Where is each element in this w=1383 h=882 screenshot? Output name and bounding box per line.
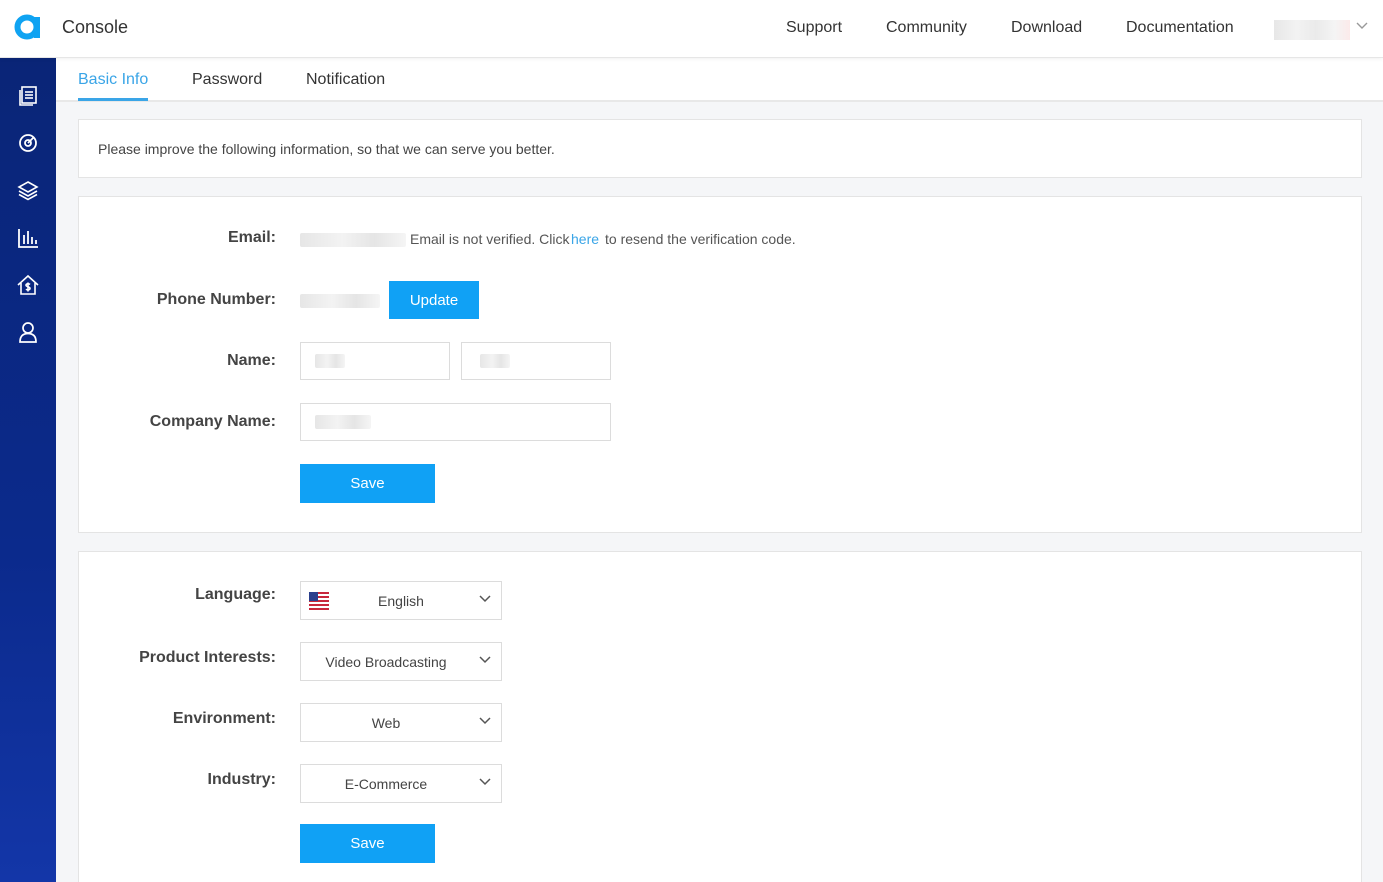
first-name-input[interactable] [300,342,450,380]
last-name-value-redacted [480,354,510,368]
email-value-redacted [300,233,406,247]
nav-documentation[interactable]: Documentation [1126,19,1234,37]
tab-bar: Basic Info Password Notification [56,58,1383,102]
notice-card: Please improve the following information… [78,119,1362,178]
company-value-redacted [315,415,371,429]
tab-notification[interactable]: Notification [306,71,385,89]
language-value: English [378,593,424,609]
industry-select[interactable]: E-Commerce [300,764,502,803]
document-list-icon[interactable] [16,84,40,108]
us-flag-icon [309,592,329,610]
language-label: Language: [195,586,276,603]
basic-info-card: Email: Email is not verified. Click here… [78,196,1362,533]
target-icon[interactable] [16,131,40,155]
layers-icon[interactable] [16,178,40,202]
phone-value-redacted [300,294,380,308]
name-label: Name: [227,352,276,369]
notice-text: Please improve the following information… [98,141,555,157]
environment-value: Web [371,715,401,731]
environment-label: Environment: [172,710,276,727]
product-interests-label: Product Interests: [139,649,276,666]
user-icon[interactable] [16,320,40,344]
chevron-down-icon [1356,22,1368,29]
save-preferences-button[interactable]: Save [300,824,435,863]
save-basic-info-button[interactable]: Save [300,464,435,503]
company-name-input[interactable] [300,403,611,441]
bar-chart-icon[interactable] [16,226,40,250]
nav-support[interactable]: Support [786,19,842,37]
company-label: Company Name: [149,413,276,430]
chevron-down-icon [479,717,491,725]
industry-value: E-Commerce [344,776,428,792]
user-menu[interactable] [1274,12,1374,44]
chevron-down-icon [479,656,491,664]
email-label: Email: [227,229,276,246]
nav-community[interactable]: Community [886,19,967,37]
update-phone-button[interactable]: Update [389,281,479,319]
nav-download[interactable]: Download [1011,19,1082,37]
user-avatar-redacted [1274,20,1350,40]
industry-label: Industry: [207,771,276,788]
active-tab-indicator [78,98,148,101]
logo-icon[interactable] [14,13,42,41]
chevron-down-icon [479,778,491,786]
language-select[interactable]: English [300,581,502,620]
resend-verification-link[interactable]: here [571,231,599,247]
last-name-input[interactable] [461,342,611,380]
phone-label: Phone Number: [156,291,276,308]
email-status-suffix: to resend the verification code. [605,231,796,247]
app-title: Console [62,17,129,37]
top-header: Console Support Community Download Docum… [0,0,1383,58]
product-interests-value: Video Broadcasting [325,654,447,670]
billing-home-icon[interactable] [16,273,40,297]
first-name-value-redacted [315,354,345,368]
environment-select[interactable]: Web [300,703,502,742]
tab-basic-info[interactable]: Basic Info [78,71,148,89]
email-status-prefix: Email is not verified. Click [410,231,570,247]
preferences-card: Language: English Product Interests: Vid… [78,551,1362,882]
chevron-down-icon [479,595,491,603]
sidebar [0,58,56,882]
product-interests-select[interactable]: Video Broadcasting [300,642,502,681]
tab-password[interactable]: Password [192,71,262,89]
